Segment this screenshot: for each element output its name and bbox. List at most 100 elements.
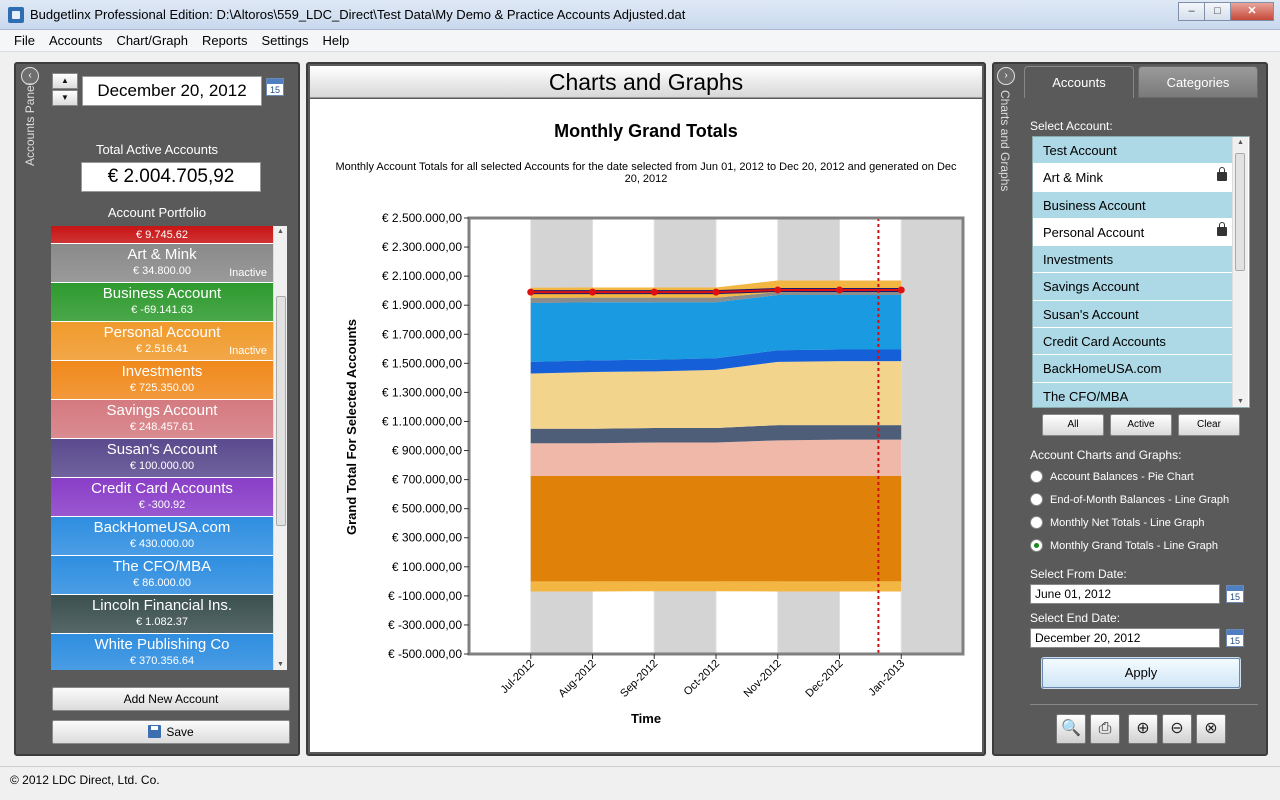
menu-settings[interactable]: Settings [255,30,316,51]
portfolio-account-card[interactable]: Business Account € -69.141.63 [51,283,273,322]
total-line-point [774,286,782,294]
account-list-item[interactable]: Investments [1033,246,1233,274]
account-list-item[interactable]: The CFO/MBA [1033,382,1233,407]
preview-icon[interactable]: 🔍 [1056,714,1086,744]
account-list-item-label: Business Account [1043,197,1146,213]
collapse-right-panel-button[interactable]: › [997,67,1015,85]
date-up-button[interactable]: ▲ [52,73,78,89]
portfolio-scrollbar[interactable]: ▲ ▼ [273,226,287,670]
x-tick-label: Dec-2012 [803,658,845,700]
chart-x-axis-label: Time [630,711,662,726]
account-list-item[interactable]: Art & Mink [1033,164,1233,192]
portfolio-account-card[interactable]: Susan's Account € 100.000.00 [51,439,273,478]
select-all-button[interactable]: All [1042,414,1104,436]
radio-button-icon[interactable] [1030,516,1043,529]
menu-reports[interactable]: Reports [195,30,255,51]
save-button[interactable]: Save [52,720,290,744]
account-list-item[interactable]: Susan's Account [1033,300,1233,329]
account-list-scrollbar[interactable]: ▲ ▼ [1232,137,1248,407]
portfolio-account-card[interactable]: BackHomeUSA.com € 430.000.00 [51,517,273,556]
menu-help[interactable]: Help [316,30,357,51]
from-date-field[interactable]: June 01, 2012 [1030,584,1220,604]
x-tick-label: Sep-2012 [618,658,660,700]
menu-file[interactable]: File [7,30,42,51]
account-list-item-label: Personal Account [1043,224,1145,240]
account-list-item-label: BackHomeUSA.com [1043,361,1162,377]
y-tick-label: € 2.300.000,00 [382,240,462,254]
scroll-up-arrow[interactable]: ▲ [274,228,287,235]
chart-option-radio[interactable]: Monthly Grand Totals - Line Graph [1030,539,1218,552]
account-balance: € 370.356.64 [129,655,195,667]
y-tick-label: € 1.100.000,00 [382,414,462,428]
chart-option-label: Monthly Net Totals - Line Graph [1050,517,1205,529]
account-list-item[interactable]: Credit Card Accounts [1033,328,1233,356]
radio-button-icon[interactable] [1030,470,1043,483]
radio-button-icon[interactable] [1030,493,1043,506]
calendar-icon[interactable]: 15 [266,78,284,96]
account-list-item-label: Credit Card Accounts [1043,334,1166,350]
portfolio-account-card[interactable]: € 9.745.62 [51,226,273,244]
account-balance: € 9.745.62 [136,229,188,241]
minimize-button[interactable]: – [1178,2,1205,21]
date-down-button[interactable]: ▼ [52,90,78,106]
account-name: Business Account [102,285,222,302]
list-scroll-down-arrow[interactable]: ▼ [1233,398,1248,405]
charts-panel-header: Charts and Graphs [310,66,982,98]
account-list-item[interactable]: Savings Account [1033,273,1233,301]
account-balance: € -69.141.63 [131,304,193,316]
from-calendar-icon[interactable]: 15 [1226,585,1244,603]
chart-option-label: End-of-Month Balances - Line Graph [1050,494,1230,506]
list-scroll-up-arrow[interactable]: ▲ [1233,139,1248,146]
account-list-item[interactable]: Test Account [1033,137,1233,165]
menu-accounts[interactable]: Accounts [42,30,109,51]
portfolio-account-card[interactable]: Investments € 725.350.00 [51,361,273,400]
chart-area-band [530,439,902,476]
chart-option-radio[interactable]: Monthly Net Totals - Line Graph [1030,516,1204,529]
chart-area-band [530,581,902,592]
print-icon[interactable]: ⎙ [1090,714,1120,744]
y-tick-label: € 100.000,00 [392,560,462,574]
list-scroll-thumb[interactable] [1235,153,1245,271]
end-date-field[interactable]: December 20, 2012 [1030,628,1220,648]
account-list-item[interactable]: Personal Account [1033,219,1233,247]
account-name: Lincoln Financial Ins. [91,597,233,614]
end-calendar-icon[interactable]: 15 [1226,629,1244,647]
chart-option-radio[interactable]: Account Balances - Pie Chart [1030,470,1194,483]
chart-area: € 2.500.000,00 € 2.300.000,00 € 2.100.000,… [310,99,982,752]
portfolio-account-card[interactable]: Credit Card Accounts € -300.92 [51,478,273,517]
account-status: Inactive [229,345,267,357]
portfolio-account-card[interactable]: Art & Mink € 34.800.00 Inactive [51,244,273,283]
tab-categories[interactable]: Categories [1138,66,1258,98]
clear-selection-button[interactable]: Clear [1178,414,1240,436]
chart-option-radio[interactable]: End-of-Month Balances - Line Graph [1030,493,1229,506]
portfolio-account-card[interactable]: Lincoln Financial Ins. € 1.082.37 [51,595,273,634]
account-list-item[interactable]: BackHomeUSA.com [1033,355,1233,383]
close-button[interactable]: ✕ [1230,2,1274,21]
total-active-value: € 2.004.705,92 [81,162,261,192]
portfolio-account-card[interactable]: Savings Account € 248.457.61 [51,400,273,439]
add-new-account-button[interactable]: Add New Account [52,687,290,711]
tab-accounts[interactable]: Accounts [1024,66,1134,98]
account-balance: € 725.350.00 [129,382,195,394]
portfolio-heading: Account Portfolio [107,205,207,220]
portfolio-account-card[interactable]: The CFO/MBA € 86.000.00 [51,556,273,595]
scroll-down-arrow[interactable]: ▼ [274,661,287,668]
total-line-point [712,288,720,296]
charts-panel: Charts and Graphs € 2.500.000,00 € 2.300.… [306,62,986,756]
zoom-reset-icon[interactable]: ⊗ [1196,714,1226,744]
scroll-thumb[interactable] [276,296,286,526]
menu-chart-graph[interactable]: Chart/Graph [109,30,195,51]
select-active-button[interactable]: Active [1110,414,1172,436]
current-date-field[interactable]: December 20, 2012 [82,76,262,106]
portfolio-account-card[interactable]: Personal Account € 2.516.41 Inactive [51,322,273,361]
zoom-in-icon[interactable]: ⊕ [1128,714,1158,744]
apply-button[interactable]: Apply [1042,658,1240,688]
zoom-out-icon[interactable]: ⊖ [1162,714,1192,744]
window-controls: – □ ✕ [1178,2,1274,21]
portfolio-account-card[interactable]: White Publishing Co € 370.356.64 [51,634,273,670]
y-tick-label: € 300.000,00 [392,531,462,545]
radio-button-icon[interactable] [1030,539,1043,552]
status-bar: © 2012 LDC Direct, Ltd. Co. [0,766,1280,800]
maximize-button[interactable]: □ [1204,2,1231,21]
account-list-item[interactable]: Business Account [1033,191,1233,219]
